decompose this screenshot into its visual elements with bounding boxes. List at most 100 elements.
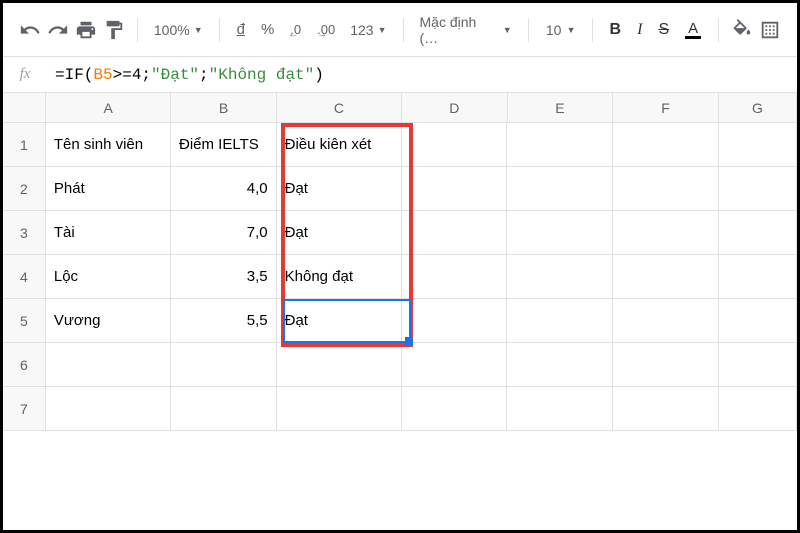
font-size-value: 10 — [545, 22, 563, 38]
cell-E2[interactable] — [507, 167, 613, 211]
cell-D5[interactable] — [402, 299, 508, 343]
cell-D1[interactable] — [402, 123, 508, 167]
cell-G4[interactable] — [719, 255, 797, 299]
print-icon[interactable] — [75, 19, 97, 41]
cell-C7[interactable] — [277, 387, 402, 431]
col-header-B[interactable]: B — [171, 93, 277, 123]
cell-F6[interactable] — [613, 343, 719, 387]
formula-str1: "Đạt" — [151, 66, 199, 84]
cell-A6[interactable] — [46, 343, 171, 387]
cell-A7[interactable] — [46, 387, 171, 431]
row-header-4[interactable]: 4 — [3, 255, 46, 299]
cell-F7[interactable] — [613, 387, 719, 431]
text-color-button[interactable]: A — [680, 21, 706, 39]
formula-bar: fx =IF(B5>=4;"Đạt";"Không đạt") — [3, 57, 797, 93]
cell-G5[interactable] — [719, 299, 797, 343]
cell-G3[interactable] — [719, 211, 797, 255]
number-format-dropdown[interactable]: 123▼ — [346, 22, 390, 38]
formula-sep: ; — [199, 66, 209, 84]
cell-C5[interactable]: Đạt — [277, 299, 402, 343]
divider — [137, 18, 138, 42]
cell-F3[interactable] — [613, 211, 719, 255]
col-header-A[interactable]: A — [46, 93, 171, 123]
fx-label: fx — [3, 66, 47, 83]
borders-button[interactable] — [759, 19, 781, 41]
cell-E6[interactable] — [507, 343, 613, 387]
cell-C4[interactable]: Không đạt — [277, 255, 402, 299]
row-header-3[interactable]: 3 — [3, 211, 46, 255]
cell-A2[interactable]: Phát — [46, 167, 171, 211]
cell-B2[interactable]: 4,0 — [171, 167, 277, 211]
col-header-F[interactable]: F — [613, 93, 719, 123]
zoom-dropdown[interactable]: 100%▼ — [150, 22, 207, 38]
zoom-value: 100% — [154, 22, 190, 38]
col-header-G[interactable]: G — [719, 93, 797, 123]
spreadsheet-grid: A B C D E F G 1 Tên sinh viên Điểm IELTS… — [3, 93, 797, 431]
col-header-C[interactable]: C — [277, 93, 402, 123]
row-header-5[interactable]: 5 — [3, 299, 46, 343]
italic-button[interactable]: I — [632, 21, 647, 39]
formula-str2: "Không đạt" — [209, 66, 315, 84]
formula-input[interactable]: =IF(B5>=4;"Đạt";"Không đạt") — [47, 62, 797, 88]
font-dropdown[interactable]: Mặc định (…▼ — [416, 14, 516, 46]
paint-format-icon[interactable] — [103, 19, 125, 41]
cell-A1[interactable]: Tên sinh viên — [46, 123, 171, 167]
row-header-1[interactable]: 1 — [3, 123, 46, 167]
cell-E7[interactable] — [507, 387, 613, 431]
cell-D4[interactable] — [402, 255, 508, 299]
cell-G6[interactable] — [719, 343, 797, 387]
cell-D7[interactable] — [402, 387, 508, 431]
formula-suffix: ) — [314, 66, 324, 84]
cell-E5[interactable] — [507, 299, 613, 343]
cell-A3[interactable]: Tài — [46, 211, 171, 255]
cell-E1[interactable] — [507, 123, 613, 167]
divider — [592, 18, 593, 42]
cell-B4[interactable]: 3,5 — [171, 255, 277, 299]
cell-B3[interactable]: 7,0 — [171, 211, 277, 255]
cell-A4[interactable]: Lộc — [46, 255, 171, 299]
divider — [219, 18, 220, 42]
cell-B6[interactable] — [171, 343, 277, 387]
formula-prefix: =IF( — [55, 66, 93, 84]
percent-format-button[interactable]: % — [256, 21, 279, 38]
cell-B1[interactable]: Điểm IELTS — [171, 123, 277, 167]
font-size-dropdown[interactable]: 10▼ — [541, 22, 580, 38]
col-header-E[interactable]: E — [508, 93, 614, 123]
cell-C6[interactable] — [277, 343, 402, 387]
decrease-decimal-button[interactable]: .0← — [285, 22, 306, 37]
currency-format-button[interactable]: đ — [232, 21, 250, 38]
cell-B5[interactable]: 5,5 — [171, 299, 277, 343]
cell-G2[interactable] — [719, 167, 797, 211]
cell-G7[interactable] — [719, 387, 797, 431]
cell-D2[interactable] — [402, 167, 508, 211]
cell-C2[interactable]: Đạt — [277, 167, 402, 211]
fill-color-button[interactable] — [731, 19, 753, 41]
cell-D6[interactable] — [402, 343, 508, 387]
row-header-7[interactable]: 7 — [3, 387, 46, 431]
formula-mid: >=4; — [113, 66, 151, 84]
divider — [403, 18, 404, 42]
col-header-D[interactable]: D — [402, 93, 508, 123]
bold-button[interactable]: B — [605, 21, 627, 39]
cell-A5[interactable]: Vương — [46, 299, 171, 343]
font-value: Mặc định (… — [420, 14, 499, 46]
select-all-corner[interactable] — [3, 93, 46, 123]
cell-C3[interactable]: Đạt — [277, 211, 402, 255]
cell-B7[interactable] — [171, 387, 277, 431]
cell-E4[interactable] — [507, 255, 613, 299]
strikethrough-button[interactable]: S — [653, 21, 674, 39]
cell-F4[interactable] — [613, 255, 719, 299]
row-header-6[interactable]: 6 — [3, 343, 46, 387]
cell-E3[interactable] — [507, 211, 613, 255]
cell-F5[interactable] — [613, 299, 719, 343]
cell-G1[interactable] — [719, 123, 797, 167]
cell-C1[interactable]: Điều kiên xét — [277, 123, 402, 167]
cell-F2[interactable] — [613, 167, 719, 211]
row-header-2[interactable]: 2 — [3, 167, 46, 211]
cell-F1[interactable] — [613, 123, 719, 167]
redo-icon[interactable] — [47, 19, 69, 41]
undo-icon[interactable] — [19, 19, 41, 41]
increase-decimal-button[interactable]: .00→ — [312, 22, 340, 37]
cell-D3[interactable] — [402, 211, 508, 255]
formula-ref: B5 — [93, 66, 112, 84]
